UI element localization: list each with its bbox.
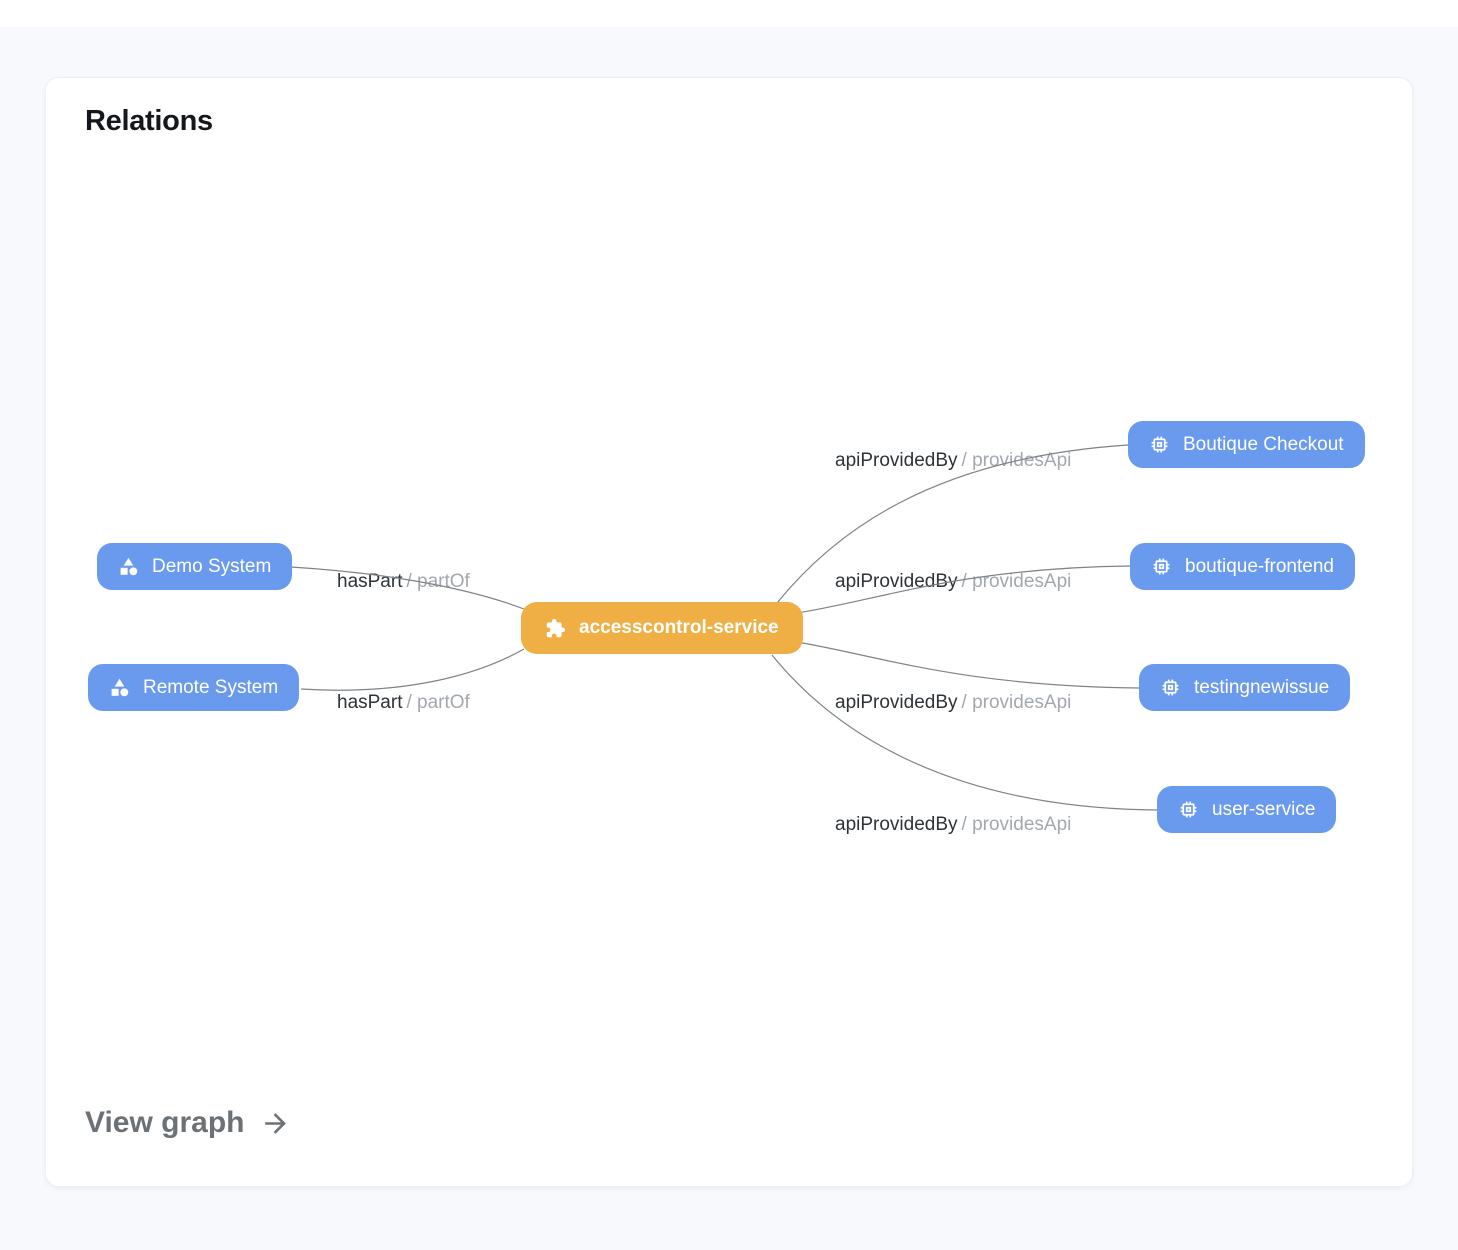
reverse-relation-label: / providesApi [962,814,1072,835]
node-label: user-service [1212,799,1315,821]
puzzle-piece-icon [545,618,566,639]
relation-label: hasPart [337,692,402,713]
arrow-right-icon [260,1108,291,1139]
chip-icon [1149,434,1170,455]
reverse-relation-label: / providesApi [962,571,1072,592]
view-graph-link[interactable]: View graph [85,1106,291,1140]
node-accesscontrol-service[interactable]: accesscontrol-service [521,602,803,654]
system-shapes-icon [109,677,130,698]
node-label: boutique-frontend [1185,556,1334,578]
edge-label-api-boutique-checkout: apiProvidedBy/ providesApi [835,449,1071,473]
node-boutique-frontend[interactable]: boutique-frontend [1130,543,1355,590]
node-remote-system[interactable]: Remote System [88,664,299,711]
relations-page: Relations hasPart/ partOf hasPart/ partO… [0,0,1458,1250]
node-testingnewissue[interactable]: testingnewissue [1139,664,1350,711]
reverse-relation-label: / providesApi [962,450,1072,471]
page-title: Relations [85,105,213,138]
relation-label: apiProvidedBy [835,571,958,592]
node-label: Boutique Checkout [1183,434,1344,456]
relation-label: hasPart [337,571,402,592]
reverse-relation-label: / providesApi [962,692,1072,713]
relation-label: apiProvidedBy [835,692,958,713]
reverse-relation-label: / partOf [406,571,469,592]
edge-label-api-testingnewissue: apiProvidedBy/ providesApi [835,691,1071,715]
edge-label-haspart-remote: hasPart/ partOf [337,691,470,715]
system-shapes-icon [118,556,139,577]
node-demo-system[interactable]: Demo System [97,543,292,590]
chip-icon [1151,556,1172,577]
node-label: testingnewissue [1194,677,1329,699]
node-user-service[interactable]: user-service [1157,786,1336,833]
node-label: accesscontrol-service [579,617,779,639]
chip-icon [1160,677,1181,698]
edge-label-api-user-service: apiProvidedBy/ providesApi [835,813,1071,837]
node-boutique-checkout[interactable]: Boutique Checkout [1128,421,1365,468]
reverse-relation-label: / partOf [406,692,469,713]
edge-label-api-boutique-frontend: apiProvidedBy/ providesApi [835,570,1071,594]
node-label: Demo System [152,556,271,578]
chip-icon [1178,799,1199,820]
top-strip [0,0,1458,27]
edge-label-haspart-demo: hasPart/ partOf [337,570,470,594]
node-label: Remote System [143,677,278,699]
relation-label: apiProvidedBy [835,450,958,471]
view-graph-label: View graph [85,1106,245,1140]
relation-label: apiProvidedBy [835,814,958,835]
